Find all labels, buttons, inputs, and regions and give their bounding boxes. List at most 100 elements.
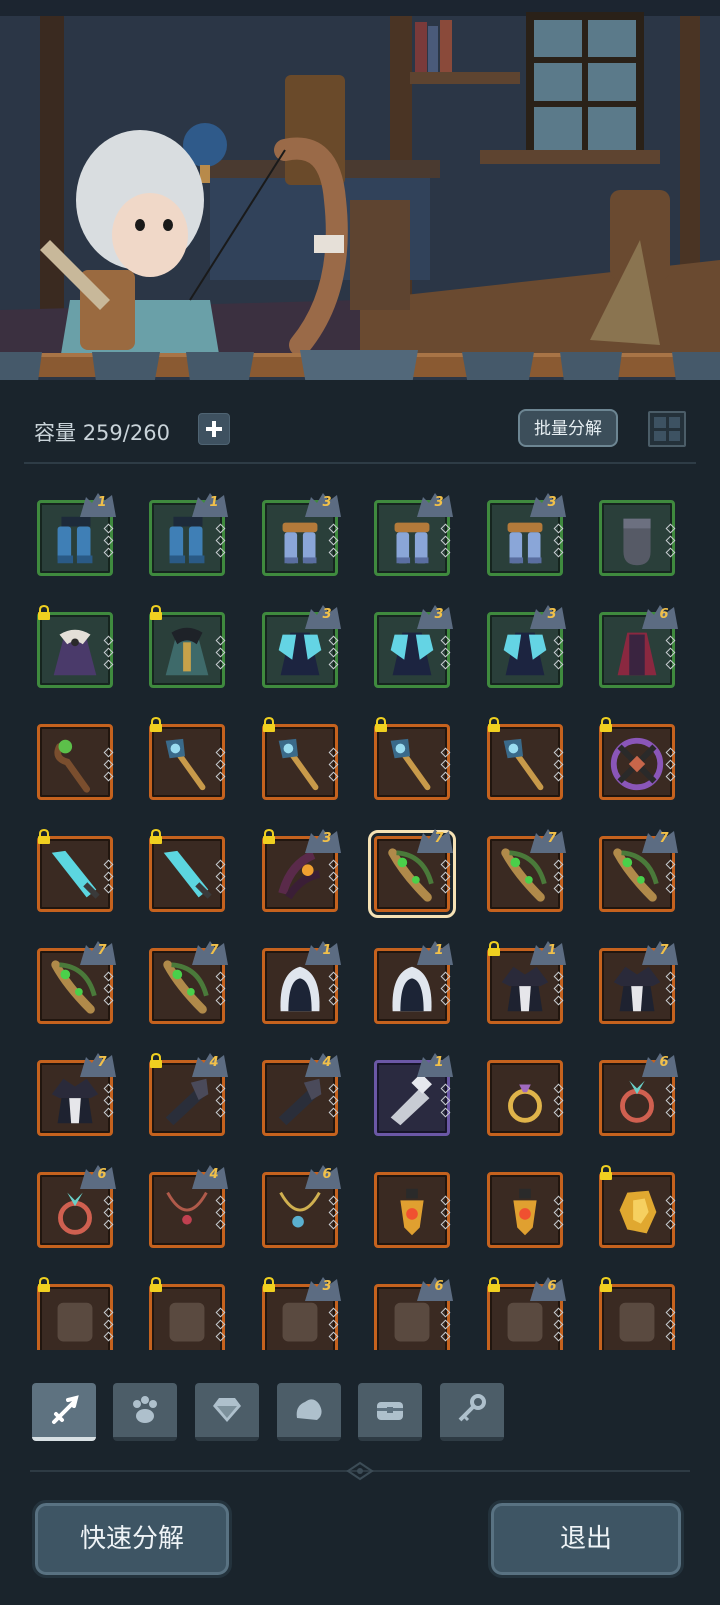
scepter-icon [165, 738, 206, 791]
star-pips [215, 635, 226, 673]
inventory-item[interactable] [599, 1164, 676, 1248]
lock-icon [148, 828, 164, 845]
star-pips [215, 859, 226, 897]
level-badge-text: 6 [659, 607, 669, 622]
star-pips [215, 1307, 226, 1345]
inventory-item[interactable] [487, 716, 564, 800]
inventory-item[interactable]: 1 [374, 941, 453, 1024]
grid-icon-cell [668, 417, 680, 428]
inventory-item[interactable]: 3 [374, 605, 453, 688]
divider-ornament-icon [346, 1461, 374, 1481]
inventory-item[interactable]: 7 [487, 829, 566, 912]
inventory-item[interactable]: 7 [149, 941, 228, 1024]
lock-icon [36, 828, 52, 845]
inventory-item[interactable]: 1 [487, 940, 566, 1024]
star-pips [665, 635, 676, 673]
partial-icon [619, 1302, 655, 1342]
inventory-item[interactable]: 6 [599, 1053, 678, 1136]
lock-icon [36, 1276, 52, 1293]
tab-materials[interactable] [277, 1383, 341, 1441]
inventory-item[interactable]: 1 [262, 941, 341, 1024]
tab-gems[interactable] [195, 1383, 259, 1441]
inventory-item[interactable] [487, 1060, 564, 1136]
level-badge-text: 3 [434, 607, 444, 622]
inventory-item[interactable]: 3 [262, 605, 341, 688]
level-badge: 1 [526, 939, 570, 969]
level-badge: 7 [188, 939, 232, 969]
level-badge-text: 7 [547, 831, 557, 846]
inventory-item[interactable] [262, 716, 339, 800]
tab-equipment[interactable] [32, 1383, 96, 1441]
level-badge: 4 [188, 1163, 232, 1193]
exit-button[interactable]: 退出 [488, 1500, 684, 1578]
tab-chests[interactable] [358, 1383, 422, 1441]
add-capacity-button[interactable] [198, 413, 230, 445]
inventory-item[interactable] [37, 1276, 114, 1350]
inventory-item[interactable] [487, 1172, 564, 1248]
inventory-grid[interactable]: 1 1 3 3 3 3 3 3 6 3 7 7 7 7 7 1 1 1 7 7 4 4 1 6 6 4 6 3 6 6 [0, 470, 720, 1350]
star-pips [553, 635, 564, 673]
level-badge-text: 7 [97, 943, 107, 958]
batch-decompose-button[interactable]: 批量分解 [518, 409, 618, 447]
inventory-item[interactable] [599, 716, 676, 800]
inventory-item[interactable] [599, 500, 676, 576]
level-badge-text: 7 [659, 831, 669, 846]
inventory-item[interactable]: 3 [262, 828, 341, 912]
inventory-item[interactable] [599, 1276, 676, 1350]
amulet-gold-icon [513, 1188, 537, 1236]
inventory-item[interactable]: 7 [37, 1053, 116, 1136]
level-badge: 7 [413, 827, 457, 857]
inventory-item[interactable]: 7 [368, 829, 456, 918]
star-pips [215, 523, 226, 561]
tab-keys[interactable] [440, 1383, 504, 1441]
level-badge: 3 [301, 603, 345, 633]
level-badge: 3 [413, 491, 457, 521]
inventory-item[interactable]: 7 [599, 829, 678, 912]
inventory-item[interactable] [37, 604, 114, 688]
cross-wheel-icon [610, 737, 664, 791]
inventory-item[interactable] [374, 1172, 451, 1248]
star-pips [553, 859, 564, 897]
inventory-item[interactable]: 6 [37, 1165, 116, 1248]
amulet-gold-icon [400, 1188, 424, 1236]
inventory-item[interactable] [374, 716, 451, 800]
level-badge-text: 7 [434, 831, 444, 846]
inventory-item[interactable] [149, 828, 226, 912]
grid-view-toggle[interactable] [648, 411, 686, 447]
level-badge-text: 4 [322, 1055, 332, 1070]
inventory-item[interactable]: 4 [149, 1052, 228, 1136]
star-pips [328, 859, 339, 897]
inventory-item[interactable]: 1 [149, 493, 228, 576]
inventory-item[interactable] [37, 724, 114, 800]
inventory-item[interactable]: 3 [487, 493, 566, 576]
inventory-item[interactable] [149, 716, 226, 800]
robe-purple-icon [53, 629, 97, 676]
star-pips [553, 747, 564, 785]
inventory-item[interactable]: 6 [262, 1165, 341, 1248]
inventory-item[interactable]: 3 [262, 1276, 341, 1350]
ring-gold-icon [508, 1084, 542, 1123]
level-badge-text: 1 [547, 943, 557, 958]
inventory-item[interactable]: 3 [374, 493, 453, 576]
inventory-item[interactable]: 1 [37, 493, 116, 576]
inventory-item[interactable]: 1 [374, 1053, 453, 1136]
inventory-item[interactable]: 3 [262, 493, 341, 576]
inventory-item[interactable]: 3 [487, 605, 566, 688]
inventory-item[interactable]: 7 [599, 941, 678, 1024]
inventory-item[interactable]: 7 [37, 941, 116, 1024]
inventory-item[interactable]: 6 [599, 605, 678, 688]
inventory-item[interactable] [149, 1276, 226, 1350]
inventory-item[interactable] [149, 604, 226, 688]
inventory-item[interactable]: 4 [262, 1053, 341, 1136]
category-tab-bar [0, 1383, 720, 1443]
tab-pets[interactable] [113, 1383, 177, 1441]
inventory-item[interactable] [37, 828, 114, 912]
level-badge-text: 4 [209, 1167, 219, 1182]
inventory-item[interactable]: 4 [149, 1165, 228, 1248]
lock-icon [148, 716, 164, 733]
level-badge-text: 6 [322, 1167, 332, 1182]
level-badge-text: 1 [434, 943, 444, 958]
inventory-item[interactable]: 6 [487, 1276, 566, 1350]
quick-decompose-button[interactable]: 快速分解 [32, 1500, 232, 1578]
inventory-item[interactable]: 6 [374, 1277, 453, 1350]
